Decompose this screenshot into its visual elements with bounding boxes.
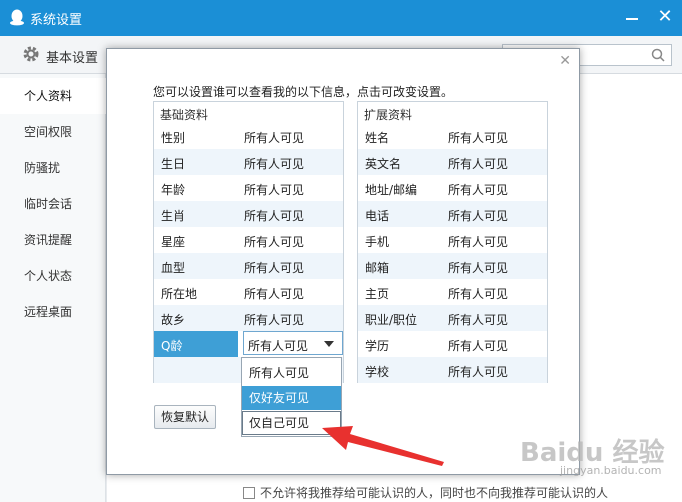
option-friends-only[interactable]: 仅好友可见: [242, 386, 341, 410]
table-row[interactable]: 年龄 所有人可见: [154, 175, 343, 201]
table-row[interactable]: 故乡 所有人可见: [154, 305, 343, 331]
visibility-select[interactable]: 所有人可见: [243, 331, 343, 355]
extended-info-title: 扩展资料: [364, 108, 413, 122]
sidebar-item-space-permission[interactable]: 空间权限: [0, 114, 106, 150]
option-everyone[interactable]: 所有人可见: [242, 361, 341, 385]
watermark-url: jingyan.baidu.com: [560, 464, 662, 477]
sidebar-item-remote-desktop[interactable]: 远程桌面: [0, 294, 106, 330]
gear-icon: [23, 46, 39, 62]
recommend-option[interactable]: 不允许将我推荐给可能认识的人，同时也不向我推荐可能认识的人: [243, 484, 608, 501]
basic-info-title: 基础资料: [160, 108, 209, 122]
table-row[interactable]: 职业/职位 所有人可见: [358, 305, 547, 331]
table-row[interactable]: 生肖 所有人可见: [154, 201, 343, 227]
recommend-checkbox[interactable]: [243, 487, 255, 499]
table-row[interactable]: 主页 所有人可见: [358, 279, 547, 305]
chevron-down-icon: [324, 341, 334, 347]
table-row[interactable]: 性别 所有人可见: [154, 123, 343, 149]
table-row[interactable]: 手机 所有人可见: [358, 227, 547, 253]
privacy-dialog: ✕ 您可以设置谁可以查看我的以下信息，点击可改变设置。 基础资料 性别 所有人可见…: [106, 48, 580, 475]
table-row[interactable]: 生日 所有人可见: [154, 149, 343, 175]
sidebar-item-anti-harass[interactable]: 防骚扰: [0, 150, 106, 186]
window-title: 系统设置: [30, 13, 83, 28]
table-row[interactable]: 星座 所有人可见: [154, 227, 343, 253]
sidebar: 个人资料 空间权限 防骚扰 临时会话 资讯提醒 个人状态 远程桌面: [0, 74, 106, 502]
search-icon: [651, 48, 665, 62]
sidebar-item-temp-chat[interactable]: 临时会话: [0, 186, 106, 222]
table-row[interactable]: 邮箱 所有人可见: [358, 253, 547, 279]
table-row-selected[interactable]: Q龄: [154, 331, 238, 357]
table-row[interactable]: 学历 所有人可见: [358, 331, 547, 357]
table-row[interactable]: 所在地 所有人可见: [154, 279, 343, 305]
qq-penguin-icon: [10, 9, 24, 26]
dialog-close-icon[interactable]: ✕: [559, 53, 571, 69]
table-row[interactable]: 地址/邮编 所有人可见: [358, 175, 547, 201]
annotation-arrow: [322, 426, 444, 466]
extended-info-panel: 扩展资料 姓名 所有人可见 英文名 所有人可见 地址/邮编 所有人可见 电话 所有人可见…: [357, 101, 548, 383]
recommend-label: 不允许将我推荐给可能认识的人，同时也不向我推荐可能认识的人: [260, 486, 609, 500]
table-row[interactable]: 英文名 所有人可见: [358, 149, 547, 175]
tab-basic-settings[interactable]: 基本设置: [46, 47, 98, 66]
reset-default-button[interactable]: 恢复默认: [154, 405, 216, 429]
dialog-intro: 您可以设置谁可以查看我的以下信息，点击可改变设置。: [153, 85, 454, 99]
table-row[interactable]: 血型 所有人可见: [154, 253, 343, 279]
sidebar-item-profile[interactable]: 个人资料: [0, 78, 106, 114]
table-row[interactable]: 学校 所有人可见: [358, 357, 547, 383]
title-bar: 系统设置 ✕: [0, 0, 682, 36]
table-row[interactable]: 姓名 所有人可见: [358, 123, 547, 149]
close-window-button[interactable]: ✕: [652, 4, 678, 30]
sidebar-item-news-reminder[interactable]: 资讯提醒: [0, 222, 106, 258]
sidebar-item-personal-status[interactable]: 个人状态: [0, 258, 106, 294]
table-row[interactable]: 电话 所有人可见: [358, 201, 547, 227]
minimize-button[interactable]: [620, 6, 644, 30]
